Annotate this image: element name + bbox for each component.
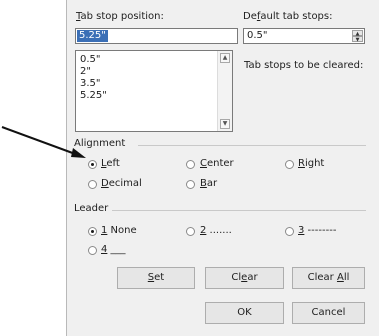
alignment-decimal-radio[interactable] <box>88 180 97 189</box>
leader-1-radio[interactable] <box>88 227 97 236</box>
alignment-bar-label[interactable]: Bar <box>200 178 217 189</box>
alignment-group-title: Alignment <box>74 138 126 149</box>
clear-button[interactable]: Clear <box>205 267 284 289</box>
leader-3-radio[interactable] <box>285 227 294 236</box>
scroll-up-icon[interactable]: ▲ <box>220 53 230 63</box>
alignment-center-label[interactable]: Center <box>200 158 234 169</box>
alignment-left-radio[interactable] <box>88 160 97 169</box>
tab-stop-list[interactable]: 0.5" 2" 3.5" 5.25" ▲ ▼ <box>75 50 233 132</box>
list-item[interactable]: 0.5" <box>80 54 101 66</box>
set-button[interactable]: Set <box>117 267 195 289</box>
tab-stop-list-scrollbar[interactable]: ▲ ▼ <box>217 51 232 131</box>
leader-2-label[interactable]: 2 ....... <box>200 225 232 236</box>
alignment-divider <box>138 145 366 146</box>
tab-stops-to-be-cleared-label: Tab stops to be cleared: <box>244 60 364 71</box>
cancel-button[interactable]: Cancel <box>292 302 365 324</box>
leader-4-radio[interactable] <box>88 246 97 255</box>
alignment-decimal-label[interactable]: Decimal <box>101 178 142 189</box>
alignment-bar-radio[interactable] <box>186 180 195 189</box>
alignment-right-label[interactable]: Right <box>298 158 324 169</box>
default-tab-stops-value: 0.5" <box>247 30 268 41</box>
alignment-left-label[interactable]: Left <box>101 158 120 169</box>
leader-3-label[interactable]: 3 -------- <box>298 225 336 236</box>
list-item[interactable]: 2" <box>80 66 91 78</box>
scroll-down-icon[interactable]: ▼ <box>220 119 230 129</box>
spin-down-icon[interactable]: ▼ <box>352 36 363 43</box>
list-item[interactable]: 5.25" <box>80 90 107 102</box>
default-tab-stops-spinner[interactable]: ▲ ▼ <box>352 30 363 43</box>
alignment-center-radio[interactable] <box>186 160 195 169</box>
default-tab-stops-input[interactable]: 0.5" ▲ ▼ <box>243 28 365 44</box>
leader-group-title: Leader <box>74 203 109 214</box>
leader-1-label[interactable]: 1 None <box>101 225 137 236</box>
ok-button[interactable]: OK <box>205 302 284 324</box>
alignment-right-radio[interactable] <box>285 160 294 169</box>
leader-2-radio[interactable] <box>186 227 195 236</box>
tab-stop-position-label: Tab stop position: <box>76 11 164 22</box>
default-tab-stops-label: Default tab stops: <box>243 11 333 22</box>
tab-stop-position-input[interactable]: 5.25" <box>75 28 238 44</box>
leader-4-label[interactable]: 4 ___ <box>101 244 126 255</box>
tab-stop-position-value: 5.25" <box>77 30 108 42</box>
leader-divider <box>112 210 366 211</box>
clear-all-button[interactable]: Clear All <box>292 267 365 289</box>
list-item[interactable]: 3.5" <box>80 78 101 90</box>
